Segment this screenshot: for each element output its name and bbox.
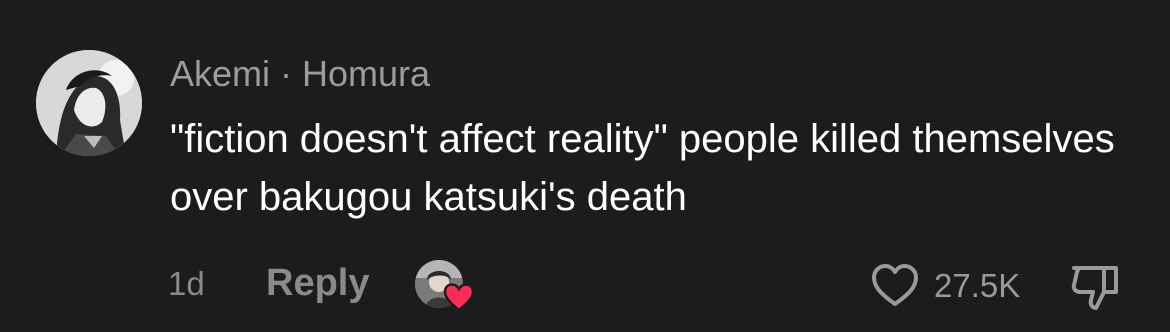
author-subtitle: Homura xyxy=(302,53,431,94)
avatar-image xyxy=(36,50,142,156)
comment-timestamp: 1d xyxy=(168,265,205,302)
author-separator: · xyxy=(280,53,293,94)
dislike-thumbs-down-icon[interactable] xyxy=(1070,262,1122,312)
like-heart-icon[interactable] xyxy=(870,262,920,308)
comment-author-line: Akemi · Homura xyxy=(170,52,430,96)
reply-button[interactable]: Reply xyxy=(266,260,369,306)
comment-text: "fiction doesn't affect reality" people … xyxy=(170,117,1115,219)
comment-author-avatar[interactable] xyxy=(36,50,142,156)
author-name[interactable]: Akemi xyxy=(170,53,270,94)
like-count: 27.5K xyxy=(934,267,1021,304)
creator-liked-heart-icon xyxy=(443,283,475,312)
creator-liked-indicator xyxy=(415,260,477,314)
